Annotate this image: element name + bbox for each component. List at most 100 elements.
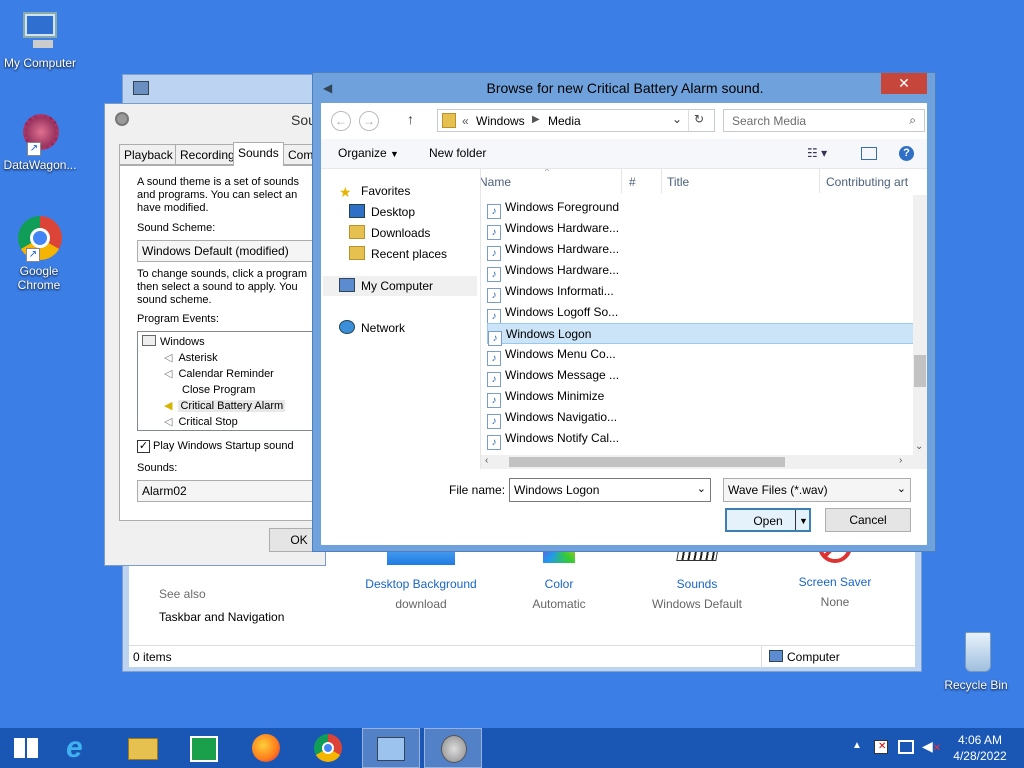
back-button[interactable]: ← xyxy=(331,111,351,131)
action-center-flag-icon[interactable]: ✕ xyxy=(874,740,888,754)
file-row[interactable]: ♪ Windows Menu Co... xyxy=(487,344,915,366)
audio-file-icon: ♪ xyxy=(487,309,501,324)
file-row[interactable]: ♪ Windows Hardware... xyxy=(487,260,915,282)
tree-node-windows[interactable]: Windows xyxy=(142,334,205,350)
file-row[interactable]: ♪ Windows Hardware... xyxy=(487,239,915,261)
open-button[interactable]: Open ▼ xyxy=(725,508,811,532)
volume-muted-icon[interactable]: ◀✕ xyxy=(922,738,941,755)
file-name: Windows Hardware... xyxy=(505,242,620,256)
sound-scheme-select[interactable]: Windows Default (modified) xyxy=(137,240,317,262)
tree-item-close-program[interactable]: Close Program xyxy=(182,382,255,398)
vertical-scroll-thumb[interactable] xyxy=(914,355,926,387)
file-row[interactable]: ♪ Windows Foreground xyxy=(487,197,915,219)
star-icon: ★ xyxy=(339,184,352,200)
theme-description-1: A sound theme is a set of sounds xyxy=(137,176,300,188)
control-panel-taskbar-button[interactable] xyxy=(362,728,420,768)
show-hidden-icons[interactable]: ▲ xyxy=(852,740,862,751)
chevron-down-icon: ⌄ xyxy=(896,483,906,495)
file-type-select[interactable]: Wave Files (*.wav) ⌄ xyxy=(723,478,911,502)
nav-my-computer[interactable]: My Computer xyxy=(323,276,477,296)
preview-pane-icon[interactable] xyxy=(861,147,877,160)
help-icon[interactable]: ? xyxy=(899,146,914,161)
file-row[interactable]: ♪ Windows Notify Cal... xyxy=(487,428,915,450)
nav-label: Recent places xyxy=(371,247,448,261)
file-row[interactable]: ♪ Windows Logon xyxy=(487,323,915,346)
firefox-button[interactable] xyxy=(240,728,294,768)
startup-sound-checkbox[interactable]: ✓ xyxy=(137,440,150,453)
file-row[interactable]: ♪ Windows Logoff So... xyxy=(487,302,915,324)
file-explorer-button[interactable] xyxy=(116,728,170,768)
tree-item-label: Critical Stop xyxy=(178,416,238,428)
status-bar: 0 items Computer xyxy=(129,645,915,668)
file-row[interactable]: ♪ Windows Navigatio... xyxy=(487,407,915,429)
column-header-contributing-artists[interactable]: Contributing art xyxy=(826,175,908,189)
sound-taskbar-button[interactable] xyxy=(424,728,482,768)
new-folder-button[interactable]: New folder xyxy=(429,146,486,160)
desktop-icon-chrome[interactable]: ↗ Google Chrome xyxy=(0,216,78,292)
up-button[interactable]: ↑ xyxy=(407,111,414,127)
vertical-scrollbar[interactable]: ⌄ xyxy=(913,195,927,457)
program-events-tree[interactable]: Windows ◁ Asterisk ◁ Calendar Reminder Clo… xyxy=(137,331,317,431)
refresh-icon[interactable]: ↻ xyxy=(694,112,704,126)
breadcrumb-overflow[interactable]: « xyxy=(462,114,469,128)
network-status-icon[interactable] xyxy=(898,740,914,754)
horizontal-scrollbar[interactable]: ‹ › xyxy=(481,455,927,469)
file-name-input[interactable]: Windows Logon ⌄ xyxy=(509,478,711,502)
nav-desktop[interactable]: Desktop xyxy=(349,202,415,222)
desktop-icon-datawagon[interactable]: ↗ DataWagon... xyxy=(0,110,80,172)
chevron-down-icon[interactable]: ▼ xyxy=(799,510,808,532)
file-row[interactable]: ♪ Windows Minimize xyxy=(487,386,915,408)
column-header-title[interactable]: Title xyxy=(667,175,689,189)
tab-sounds[interactable]: Sounds xyxy=(233,142,284,166)
clock[interactable]: 4:06 AM 4/28/2022 xyxy=(944,732,1016,764)
file-list[interactable]: Name ^ # Title Contributing art ♪ Windows… xyxy=(481,169,927,469)
audio-file-icon: ♪ xyxy=(487,372,501,387)
file-name: Windows Hardware... xyxy=(505,221,620,235)
start-button[interactable] xyxy=(0,728,54,768)
tab-recording[interactable]: Recording xyxy=(175,144,240,165)
tree-item-asterisk[interactable]: ◁ Asterisk xyxy=(164,350,218,366)
file-row[interactable]: ♪ Windows Informati... xyxy=(487,281,915,303)
status-items-count: 0 items xyxy=(133,650,172,664)
close-icon: ✕ xyxy=(898,75,910,91)
tree-item-critical-stop[interactable]: ◁ Critical Stop xyxy=(164,414,238,430)
scroll-left-icon[interactable]: ‹ xyxy=(485,455,488,466)
organize-menu[interactable]: Organize ▼ xyxy=(338,146,399,160)
cancel-button[interactable]: Cancel xyxy=(825,508,911,532)
scroll-down-icon[interactable]: ⌄ xyxy=(915,441,923,452)
address-dropdown-icon[interactable]: ⌄ xyxy=(672,112,682,126)
clock-date: 4/28/2022 xyxy=(953,749,1007,763)
file-row[interactable]: ♪ Windows Hardware... xyxy=(487,218,915,240)
address-bar[interactable]: « Windows ▶ Media ⌄ ↻ xyxy=(437,109,715,132)
tab-playback[interactable]: Playback xyxy=(119,144,178,165)
column-header-number[interactable]: # xyxy=(629,175,636,189)
tree-item-critical-battery-alarm[interactable]: ◀ Critical Battery Alarm xyxy=(164,398,286,414)
breadcrumb-windows[interactable]: Windows xyxy=(476,114,525,128)
sounds-select[interactable]: Alarm02 xyxy=(137,480,317,502)
breadcrumb-media[interactable]: Media xyxy=(548,114,581,128)
internet-explorer-button[interactable]: e xyxy=(54,728,108,768)
close-button[interactable]: ✕ xyxy=(881,73,927,94)
store-button[interactable] xyxy=(178,728,232,768)
column-header-name[interactable]: Name xyxy=(481,175,511,189)
file-row[interactable]: ♪ Windows Message ... xyxy=(487,365,915,387)
horizontal-scroll-thumb[interactable] xyxy=(509,457,785,467)
internet-explorer-icon: e xyxy=(66,731,83,764)
search-input[interactable]: Search Media ⌕ xyxy=(723,109,925,132)
nav-recent-places[interactable]: Recent places xyxy=(349,244,447,264)
nav-downloads[interactable]: Downloads xyxy=(349,223,430,243)
browse-sound-dialog: ◀ Browse for new Critical Battery Alarm … xyxy=(312,72,936,552)
taskbar-navigation-link[interactable]: Taskbar and Navigation xyxy=(159,610,284,624)
tree-item-calendar-reminder[interactable]: ◁ Calendar Reminder xyxy=(164,366,274,382)
chrome-taskbar-button[interactable] xyxy=(302,728,356,768)
desktop-icon-recycle-bin[interactable]: Recycle Bin xyxy=(936,630,1016,692)
forward-button[interactable]: → xyxy=(359,111,379,131)
scroll-right-icon[interactable]: › xyxy=(899,455,902,466)
view-options-icon[interactable]: ☷ ▾ xyxy=(807,146,827,160)
audio-file-icon: ♪ xyxy=(487,393,501,408)
nav-network[interactable]: Network xyxy=(339,318,405,338)
desktop-icon-my-computer[interactable]: My Computer xyxy=(0,8,80,70)
chevron-down-icon[interactable]: ⌄ xyxy=(697,482,706,495)
shortcut-arrow-icon: ↗ xyxy=(27,142,41,156)
nav-favorites[interactable]: ★ Favorites xyxy=(339,181,410,201)
